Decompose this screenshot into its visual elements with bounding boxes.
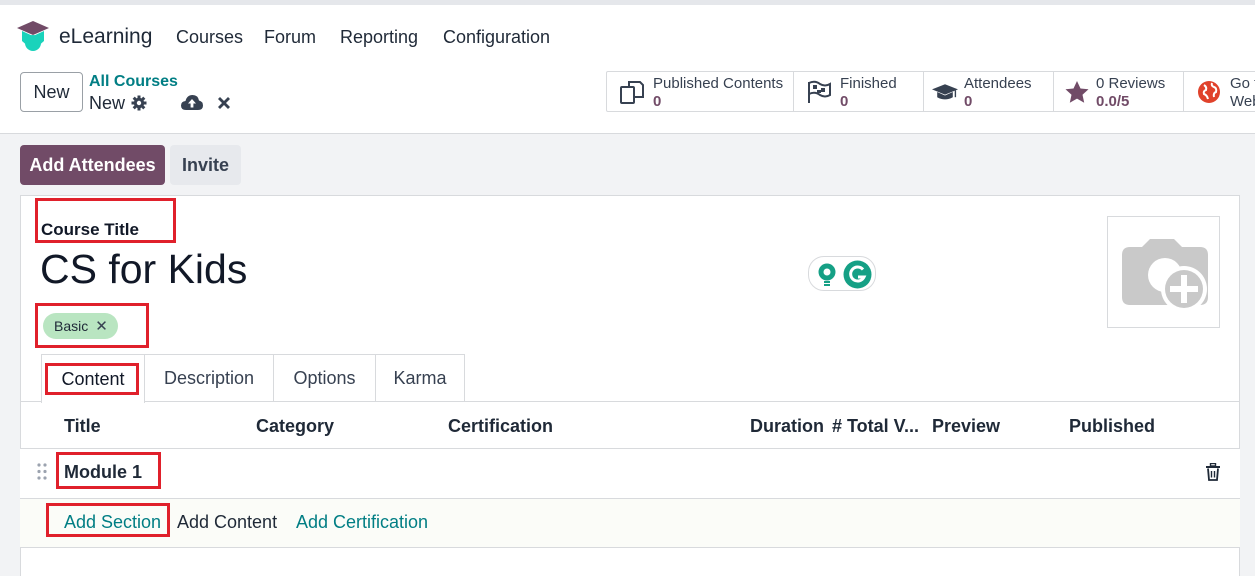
stat-finished[interactable]: Finished 0 (794, 72, 924, 111)
stat-published-contents[interactable]: Published Contents 0 (607, 72, 794, 111)
course-image-upload[interactable] (1107, 216, 1220, 328)
highlight-box-content-tab (45, 363, 139, 395)
save-cloud-icon[interactable] (181, 94, 203, 112)
column-preview[interactable]: Preview (932, 416, 1000, 437)
star-icon (1065, 81, 1089, 103)
lightbulb-icon[interactable] (817, 263, 837, 287)
highlight-box-add-section (46, 503, 170, 537)
breadcrumb-all-courses[interactable]: All Courses (89, 73, 178, 91)
row-divider-bottom (20, 547, 1240, 548)
trash-icon[interactable] (1205, 463, 1221, 481)
table-row[interactable] (20, 449, 1240, 498)
column-category[interactable]: Category (256, 416, 334, 437)
graduation-cap-icon (932, 84, 958, 100)
menu-forum[interactable]: Forum (264, 27, 316, 48)
camera-add-icon (1122, 239, 1208, 312)
stat-go-to-website[interactable]: Go to Website (1184, 72, 1255, 111)
column-duration[interactable]: Duration (750, 416, 824, 437)
invite-button[interactable]: Invite (170, 145, 241, 185)
tab-description[interactable]: Description (144, 354, 274, 402)
menu-reporting[interactable]: Reporting (340, 27, 418, 48)
stat-buttons: Published Contents 0 Finished 0 Attendee… (606, 71, 1255, 112)
new-button[interactable]: New (20, 72, 83, 112)
add-certification-link[interactable]: Add Certification (296, 512, 428, 533)
writing-assistant-widget[interactable] (808, 256, 876, 291)
globe-icon (1198, 81, 1220, 103)
stat-reviews[interactable]: 0 Reviews 0.0/5 (1054, 72, 1184, 111)
discard-x-icon[interactable] (217, 96, 231, 110)
course-name-input[interactable]: CS for Kids (40, 246, 247, 293)
grammarly-icon[interactable] (843, 260, 872, 289)
drag-handle-icon[interactable] (37, 463, 47, 480)
tab-options[interactable]: Options (273, 354, 376, 402)
top-navbar: eLearning Courses Forum Reporting Config… (0, 0, 1255, 62)
highlight-box-section (56, 452, 161, 489)
menu-courses[interactable]: Courses (176, 27, 243, 48)
checkered-flag-icon (808, 80, 831, 103)
menu-configuration[interactable]: Configuration (443, 27, 550, 48)
app-name[interactable]: eLearning (59, 25, 152, 49)
column-published[interactable]: Published (1069, 416, 1155, 437)
column-title[interactable]: Title (64, 416, 101, 437)
control-panel: New All Courses New Published Contents 0 (0, 62, 1255, 134)
documents-icon (620, 81, 644, 104)
elearning-logo-icon[interactable] (16, 19, 50, 51)
tab-karma[interactable]: Karma (375, 354, 465, 402)
add-content-link[interactable]: Add Content (177, 512, 277, 533)
breadcrumb-current: New (89, 93, 126, 113)
stat-attendees[interactable]: Attendees 0 (924, 72, 1054, 111)
highlight-box-tags (35, 303, 149, 348)
add-attendees-button[interactable]: Add Attendees (20, 145, 165, 185)
gear-icon[interactable] (131, 95, 147, 111)
highlight-box-title (35, 198, 176, 243)
column-total-views[interactable]: # Total V... (832, 416, 919, 437)
column-certification[interactable]: Certification (448, 416, 553, 437)
